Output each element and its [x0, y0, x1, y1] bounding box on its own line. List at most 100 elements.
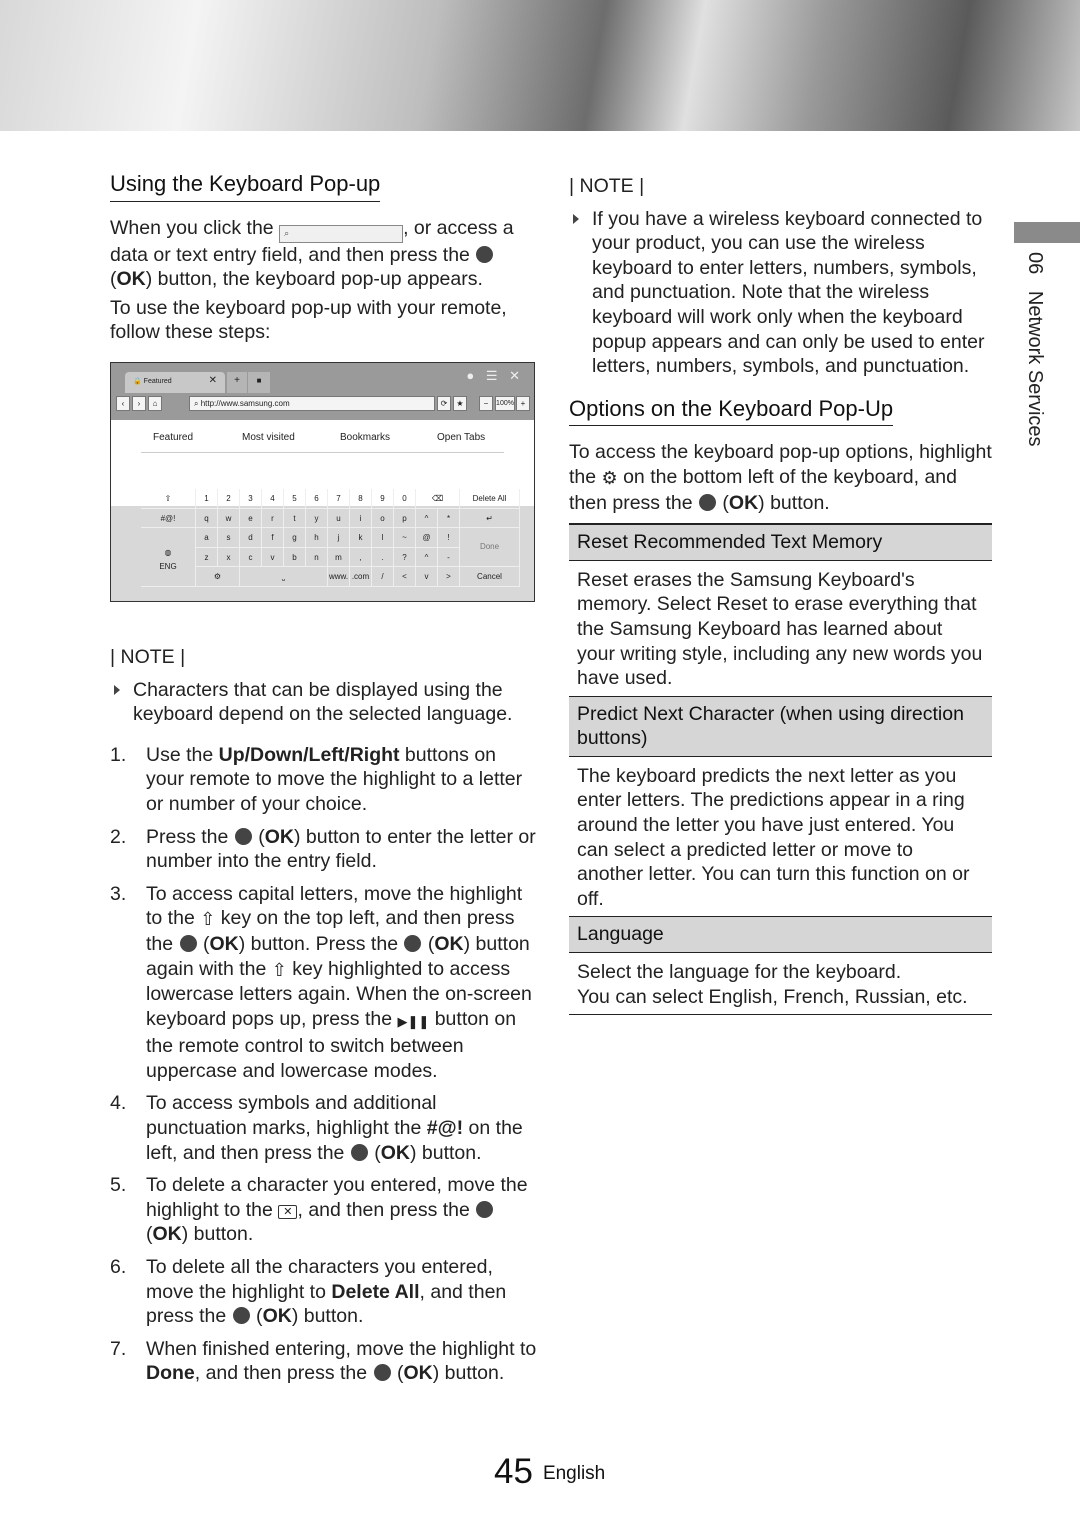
chapter-tab: [1014, 222, 1080, 243]
ok-button-icon: [232, 1307, 250, 1325]
footer-language: English: [542, 1463, 606, 1484]
nav-tab-featured: Featured: [153, 432, 194, 443]
option-heading: Language: [569, 917, 992, 954]
option-description: Reset erases the Samsung Keyboard's memo…: [569, 561, 992, 697]
key-5: 5: [284, 489, 306, 509]
bold-term: Delete All: [331, 1280, 420, 1303]
nav-tab-most-visited: Most visited: [242, 432, 295, 443]
key-o: o: [372, 508, 394, 528]
section-title: Options on the Keyboard Pop-Up: [569, 396, 894, 427]
section-title: Using the Keyboard Pop-up: [110, 171, 381, 202]
key-symbol: ⚙: [196, 567, 240, 587]
url-field: ⌕ http://www.samsung.com: [189, 396, 435, 411]
key-8: 8: [350, 489, 372, 509]
key-3: 3: [240, 489, 262, 509]
key-7: 7: [328, 489, 350, 509]
browser-tab: 🔒 Featured ✕: [125, 372, 225, 393]
step-number: 4.: [110, 1092, 127, 1115]
right-column: | NOTE | If you have a wireless keyboard…: [569, 172, 992, 1016]
key-h: h: [306, 528, 328, 548]
key-symbol: ^: [416, 547, 438, 567]
ok-button-icon: [350, 1143, 368, 1161]
back-icon: ‹: [116, 396, 130, 411]
ok-button-icon: [699, 493, 716, 511]
key-d: d: [240, 528, 262, 548]
step-item: 3. To access capital letters, move the hi…: [110, 882, 532, 1082]
step-item: 6. To delete all the characters you enter…: [110, 1256, 507, 1328]
note-heading: | NOTE |: [569, 175, 645, 197]
page-number: 45 English: [494, 1452, 606, 1491]
key-g: g: [284, 528, 306, 548]
key-f: f: [262, 528, 284, 548]
intro-paragraph-2: To use the keyboard pop-up with your rem…: [110, 296, 507, 344]
key-0: 0: [394, 489, 416, 509]
option-description: Select the language for the keyboard. You…: [569, 953, 992, 1016]
backspace-icon: ✕: [278, 1204, 298, 1219]
onscreen-keyboard: ⇧ 1 2 3 4 5 6 7 8 9 0 ⌫ Delete All #@! q w e r t y u i o p ^ * ↵ ◍ …: [141, 489, 520, 587]
bold-term: OK: [728, 491, 759, 514]
key-r: r: [262, 508, 284, 528]
key-z: z: [196, 547, 218, 567]
step-item: 2. Press the (OK) button to enter the let…: [110, 825, 536, 873]
play-pause-icon: ▶❚❚: [397, 1013, 430, 1029]
key-b: b: [284, 547, 306, 567]
option-heading: Reset Recommended Text Memory: [569, 525, 992, 561]
private-tab-icon: ■: [248, 372, 270, 393]
window-controls-icon: ● ☰ ✕: [466, 368, 524, 383]
step-number: 6.: [110, 1256, 127, 1279]
shift-icon: ⇧: [200, 909, 216, 930]
chapter-label: 06 Network Services: [1024, 252, 1046, 447]
forward-icon: ›: [132, 396, 146, 411]
note-item: If you have a wireless keyboard connecte…: [569, 207, 992, 379]
key-symbol: *: [438, 508, 460, 528]
browser-keyboard-screenshot: 🔒 Featured ✕ + ■ ● ☰ ✕ ‹ › ⌂ ⌕ http://www…: [110, 362, 535, 602]
key-t: t: [284, 508, 306, 528]
key-v: v: [262, 547, 284, 567]
shift-icon: ⇧: [271, 959, 287, 980]
key-9: 9: [372, 489, 394, 509]
header-banner: [0, 0, 1080, 131]
key-symbol: >: [438, 567, 460, 587]
key-y: y: [306, 508, 328, 528]
step-item: 4. To access symbols and additional punct…: [110, 1092, 523, 1164]
key-w: w: [218, 508, 240, 528]
step-number: 3.: [110, 882, 127, 905]
step-item: 5. To delete a character you entered, mov…: [110, 1174, 528, 1246]
key-symbol: ,: [350, 547, 372, 567]
nav-tab-open-tabs: Open Tabs: [437, 432, 486, 443]
key-m: m: [328, 547, 350, 567]
refresh-icon: ⟳: [437, 396, 451, 411]
key-q: q: [196, 508, 218, 528]
key-symbol: !: [438, 528, 460, 548]
key-symbol: ~: [394, 528, 416, 548]
close-icon: ✕: [208, 375, 217, 386]
key-i: i: [350, 508, 372, 528]
bold-term: OK: [434, 932, 464, 955]
step-item: 1. Use the Up/Down/Left/Right buttons on …: [110, 743, 523, 815]
key-x: x: [218, 547, 240, 567]
ok-button-icon: [476, 245, 494, 263]
left-column: Using the Keyboard Pop-up When you click…: [110, 171, 538, 1394]
zoom-in-icon: +: [516, 396, 530, 411]
key-symbol: ⌫: [416, 489, 460, 509]
bold-term: #@!: [426, 1117, 464, 1140]
key-4: 4: [262, 489, 284, 509]
key-symbol: /: [372, 567, 394, 587]
key-l: l: [372, 528, 394, 548]
ok-button-icon: [234, 827, 252, 845]
key-c: c: [240, 547, 262, 567]
key-symbol: #@!: [141, 508, 196, 528]
zoom-level: 100%: [495, 396, 515, 411]
key-1: 1: [196, 489, 218, 509]
options-intro: To access the keyboard pop-up options, h…: [569, 441, 992, 514]
option-description: The keyboard predicts the next letter as…: [569, 757, 992, 918]
bold-term: OK: [262, 1305, 292, 1328]
intro-paragraph: When you click the ⌕, or access a data o…: [110, 216, 514, 291]
zoom-out-icon: −: [479, 396, 493, 411]
key-p: p: [394, 508, 416, 528]
ok-button-icon: [179, 934, 197, 952]
ok-button-icon: [404, 934, 422, 952]
key-n: n: [306, 547, 328, 567]
key-v: v: [416, 567, 438, 587]
key-symbol: ^: [416, 508, 438, 528]
